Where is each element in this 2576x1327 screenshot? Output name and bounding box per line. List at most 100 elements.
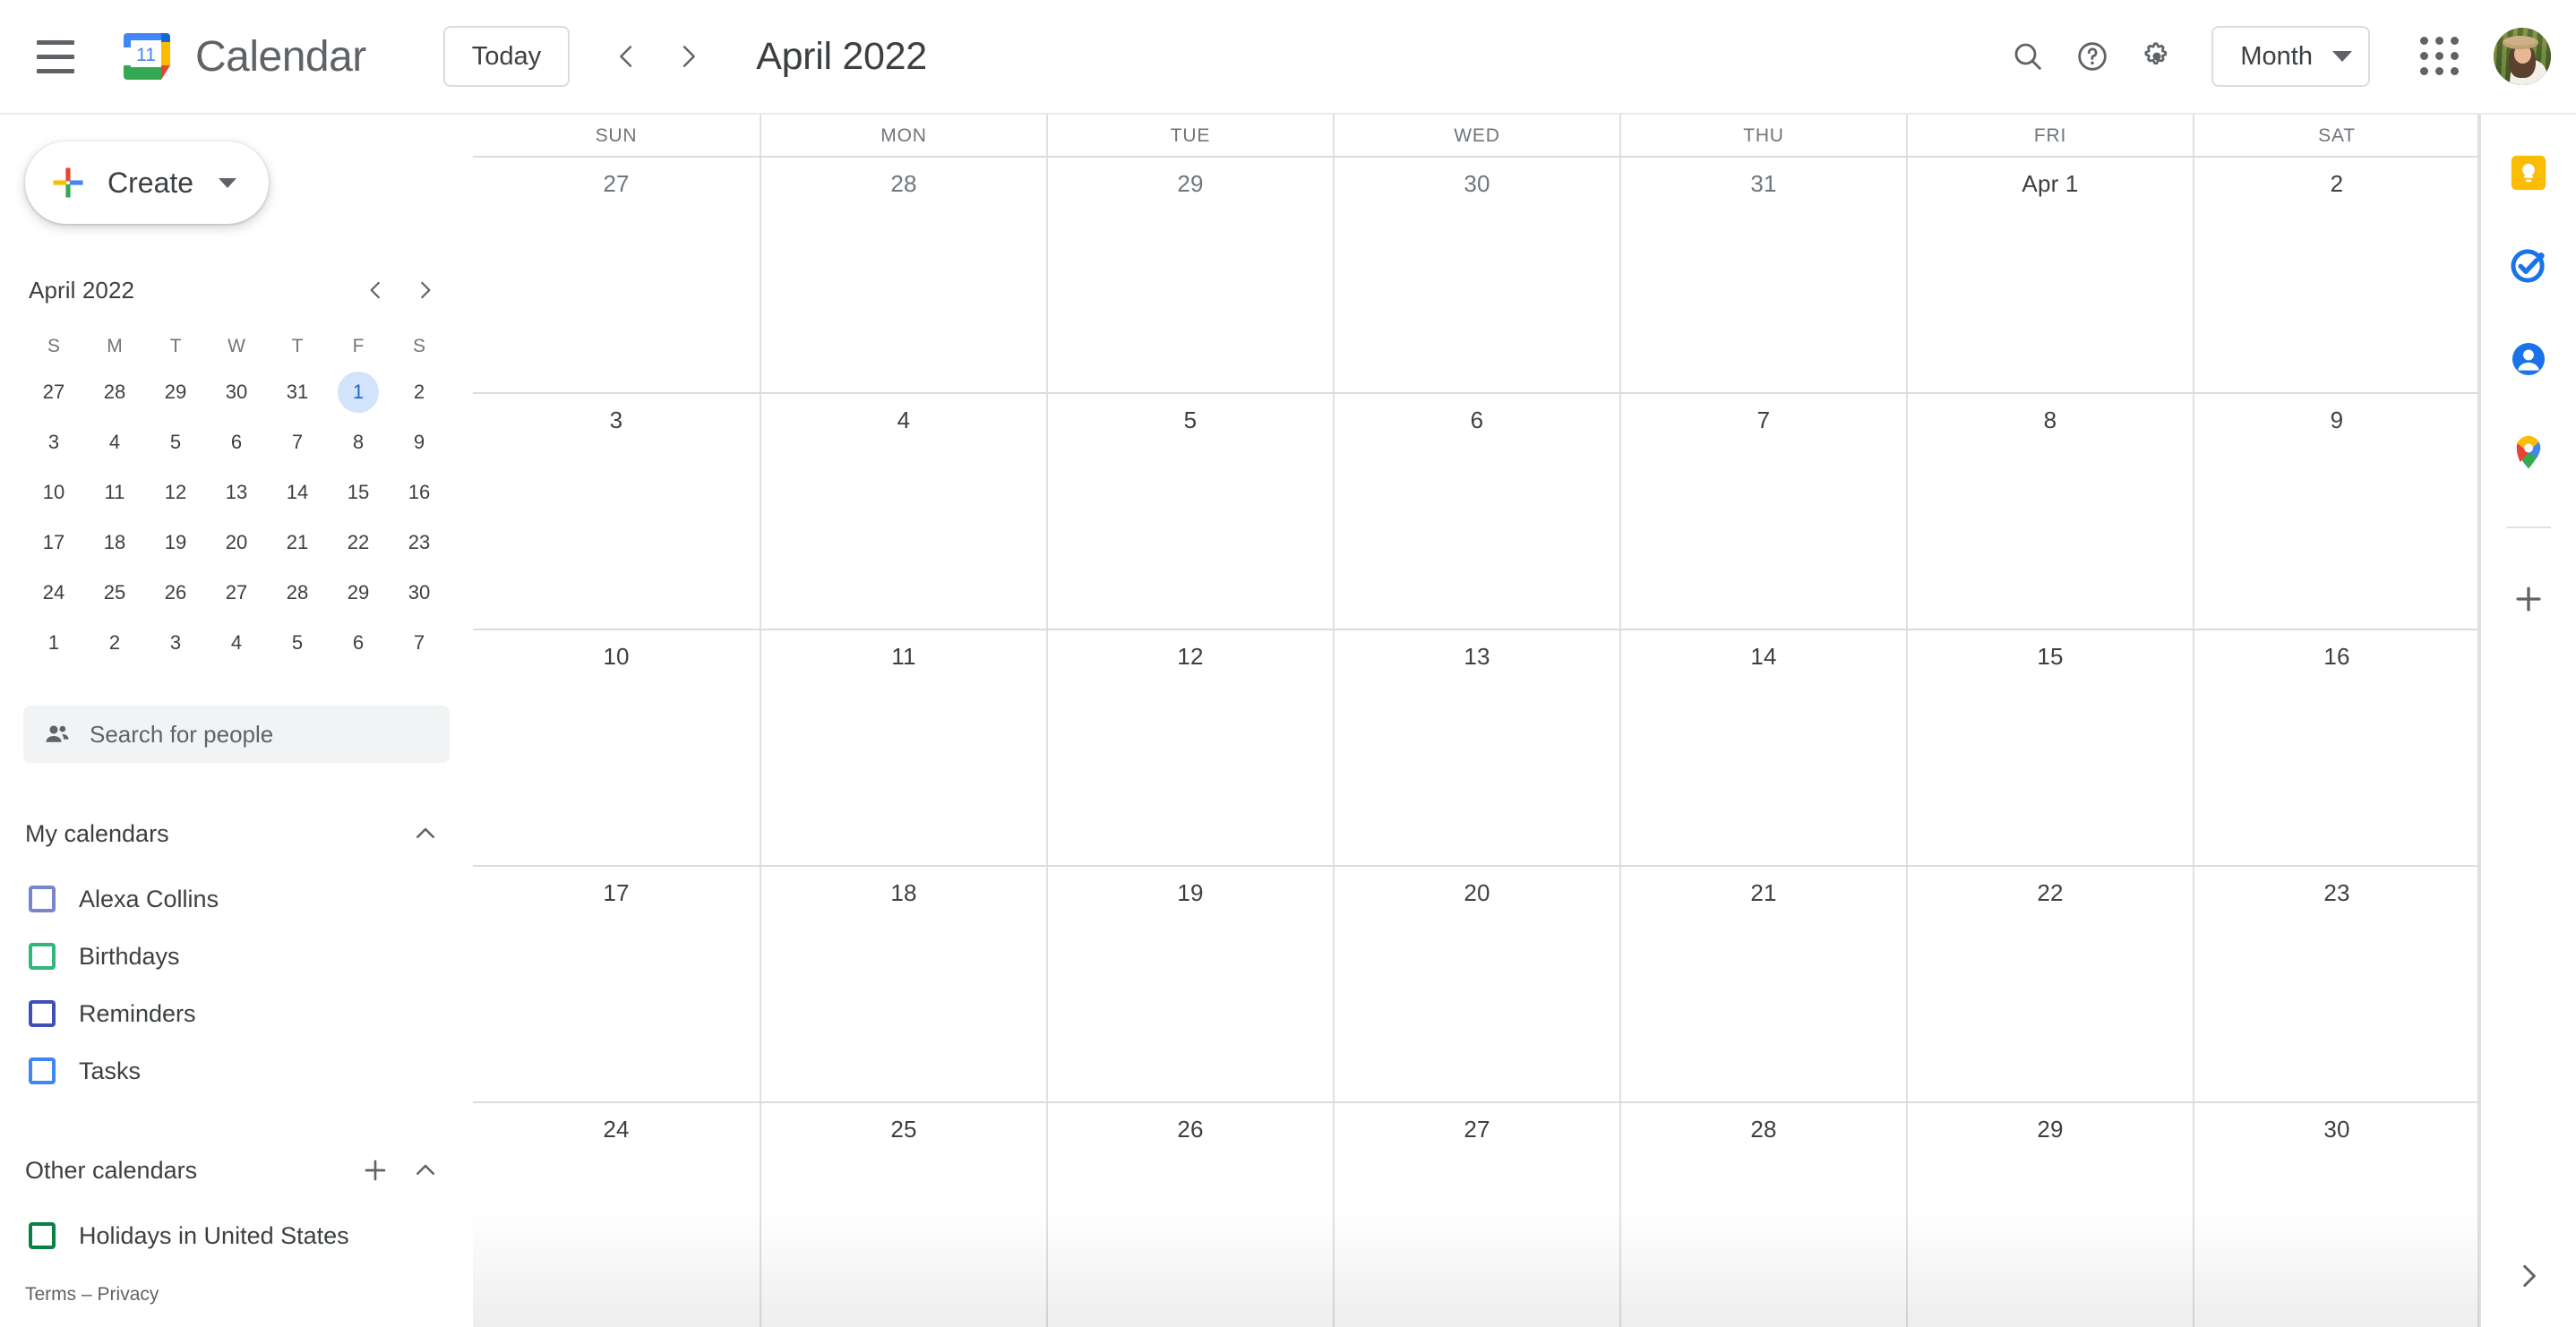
- day-number[interactable]: 23: [2194, 867, 2479, 907]
- mini-calendar-day[interactable]: 6: [328, 618, 389, 668]
- day-number[interactable]: 17: [473, 867, 760, 907]
- day-cell[interactable]: 15: [1906, 630, 2193, 865]
- help-button[interactable]: [2063, 27, 2122, 86]
- calendar-list-item[interactable]: Tasks: [25, 1042, 450, 1100]
- privacy-link[interactable]: Privacy: [98, 1284, 159, 1305]
- day-cell[interactable]: 28: [1619, 1103, 1906, 1327]
- day-cell[interactable]: 11: [760, 630, 1046, 865]
- mini-calendar-prev-button[interactable]: [351, 266, 399, 314]
- mini-calendar-day[interactable]: 2: [389, 367, 450, 417]
- mini-calendar-day[interactable]: 28: [267, 568, 328, 618]
- calendar-list-item[interactable]: Reminders: [25, 985, 450, 1042]
- settings-button[interactable]: [2127, 27, 2186, 86]
- day-cell[interactable]: 27: [473, 158, 760, 392]
- day-cell[interactable]: 26: [1046, 1103, 1333, 1327]
- day-cell[interactable]: Apr 1: [1906, 158, 2193, 392]
- other-calendars-collapse-button[interactable]: [401, 1146, 450, 1194]
- calendar-checkbox[interactable]: [29, 1000, 56, 1027]
- add-addon-button[interactable]: [2494, 564, 2563, 634]
- avatar[interactable]: [2494, 28, 2551, 85]
- mini-calendar-day[interactable]: 14: [267, 467, 328, 518]
- day-cell[interactable]: 10: [473, 630, 760, 865]
- day-number[interactable]: 31: [1621, 158, 1906, 198]
- day-number[interactable]: 10: [473, 630, 760, 671]
- day-number[interactable]: 9: [2194, 394, 2479, 434]
- day-number[interactable]: 12: [1048, 630, 1333, 671]
- google-maps-icon[interactable]: [2494, 417, 2563, 487]
- day-number[interactable]: 22: [1908, 867, 2193, 907]
- my-calendars-header[interactable]: My calendars: [25, 804, 450, 863]
- day-number[interactable]: 30: [2194, 1103, 2479, 1143]
- day-cell[interactable]: 13: [1333, 630, 1619, 865]
- mini-calendar-day[interactable]: 9: [389, 417, 450, 467]
- day-cell[interactable]: 28: [760, 158, 1046, 392]
- day-cell[interactable]: 14: [1619, 630, 1906, 865]
- create-button[interactable]: Create: [25, 141, 269, 224]
- calendar-checkbox[interactable]: [29, 943, 56, 970]
- mini-calendar-day[interactable]: 22: [328, 518, 389, 568]
- day-cell[interactable]: 18: [760, 867, 1046, 1101]
- day-number[interactable]: 29: [1048, 158, 1333, 198]
- search-button[interactable]: [1998, 27, 2057, 86]
- mini-calendar-day[interactable]: 31: [267, 367, 328, 417]
- day-cell[interactable]: 31: [1619, 158, 1906, 392]
- mini-calendar-day[interactable]: 29: [328, 568, 389, 618]
- mini-calendar-next-button[interactable]: [401, 266, 450, 314]
- day-number[interactable]: 14: [1621, 630, 1906, 671]
- day-cell[interactable]: 30: [1333, 158, 1619, 392]
- expand-side-panel-button[interactable]: [2497, 1245, 2560, 1307]
- mini-calendar-day[interactable]: 23: [389, 518, 450, 568]
- other-calendars-header[interactable]: Other calendars: [25, 1141, 450, 1200]
- day-cell[interactable]: 27: [1333, 1103, 1619, 1327]
- brand-logo[interactable]: 11 Calendar: [118, 28, 366, 85]
- mini-calendar-day[interactable]: 7: [389, 618, 450, 668]
- mini-calendar-day[interactable]: 16: [389, 467, 450, 518]
- mini-calendar-day[interactable]: 29: [145, 367, 206, 417]
- day-number[interactable]: 27: [1335, 1103, 1619, 1143]
- mini-calendar-day[interactable]: 5: [145, 417, 206, 467]
- day-cell[interactable]: 5: [1046, 394, 1333, 629]
- today-button[interactable]: Today: [442, 26, 571, 87]
- calendar-list-item[interactable]: Birthdays: [25, 928, 450, 985]
- day-number[interactable]: 6: [1335, 394, 1619, 434]
- mini-calendar-day[interactable]: 17: [23, 518, 84, 568]
- google-tasks-icon[interactable]: [2494, 231, 2563, 301]
- mini-calendar-day[interactable]: 2: [84, 618, 145, 668]
- day-cell[interactable]: 29: [1046, 158, 1333, 392]
- day-number[interactable]: 15: [1908, 630, 2193, 671]
- mini-calendar-day[interactable]: 3: [23, 417, 84, 467]
- mini-calendar-day[interactable]: 24: [23, 568, 84, 618]
- mini-calendar-day[interactable]: 8: [328, 417, 389, 467]
- day-cell[interactable]: 29: [1906, 1103, 2193, 1327]
- day-number[interactable]: 3: [473, 394, 760, 434]
- day-number[interactable]: 2: [2194, 158, 2479, 198]
- day-cell[interactable]: 16: [2193, 630, 2479, 865]
- mini-calendar-day[interactable]: 11: [84, 467, 145, 518]
- mini-calendar-day[interactable]: 10: [23, 467, 84, 518]
- day-cell[interactable]: 12: [1046, 630, 1333, 865]
- search-people-input[interactable]: Search for people: [23, 706, 450, 763]
- apps-grid-icon[interactable]: [2408, 24, 2472, 89]
- day-cell[interactable]: 23: [2193, 867, 2479, 1101]
- day-number[interactable]: 4: [761, 394, 1046, 434]
- day-cell[interactable]: 24: [473, 1103, 760, 1327]
- day-number[interactable]: 28: [1621, 1103, 1906, 1143]
- day-number[interactable]: 11: [761, 630, 1046, 671]
- day-number[interactable]: 25: [761, 1103, 1046, 1143]
- mini-calendar-day[interactable]: 27: [206, 568, 267, 618]
- day-cell[interactable]: 2: [2193, 158, 2479, 392]
- day-number[interactable]: 21: [1621, 867, 1906, 907]
- mini-calendar-day[interactable]: 20: [206, 518, 267, 568]
- terms-link[interactable]: Terms: [25, 1284, 76, 1305]
- day-number[interactable]: 13: [1335, 630, 1619, 671]
- mini-calendar-day[interactable]: 28: [84, 367, 145, 417]
- mini-calendar-day[interactable]: 1: [23, 618, 84, 668]
- previous-period-button[interactable]: [597, 27, 656, 86]
- mini-calendar-day[interactable]: 5: [267, 618, 328, 668]
- my-calendars-collapse-button[interactable]: [401, 809, 450, 858]
- day-cell[interactable]: 9: [2193, 394, 2479, 629]
- day-cell[interactable]: 25: [760, 1103, 1046, 1327]
- day-number[interactable]: 20: [1335, 867, 1619, 907]
- mini-calendar-day[interactable]: 4: [84, 417, 145, 467]
- day-number[interactable]: 27: [473, 158, 760, 198]
